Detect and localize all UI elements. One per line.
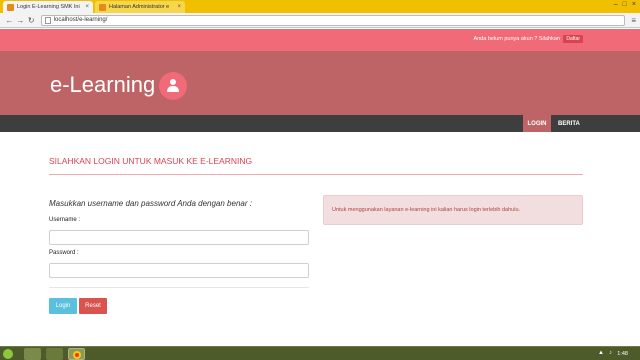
volume-icon[interactable]: ♪ [609, 350, 612, 356]
site-topbar: Anda belum punya akun ? Silahkan Daftar [0, 29, 640, 51]
window-controls: – □ × [614, 1, 636, 8]
username-field[interactable] [49, 230, 309, 245]
password-field[interactable] [49, 263, 309, 278]
reload-icon[interactable]: ↻ [26, 16, 37, 25]
url-text: localhost/e-learning/ [53, 17, 108, 23]
reset-button[interactable]: Reset [79, 298, 107, 314]
close-window-icon[interactable]: × [632, 1, 636, 8]
register-prompt: Anda belum punya akun ? Silahkan [473, 36, 560, 42]
tab-title: Login E-Learning SMK Ini [17, 4, 80, 10]
system-tray: ▲ ♪ [598, 350, 612, 356]
site-navbar: LOGIN BERITA [0, 115, 640, 132]
page-title: SILAHKAN LOGIN UNTUK MASUK KE E-LEARNING [49, 156, 253, 166]
network-icon[interactable]: ▲ [598, 350, 604, 356]
browser-toolbar: ← → ↻ localhost/e-learning/ ≡ [0, 13, 640, 28]
password-label: Password : [49, 250, 79, 256]
page-icon [44, 16, 51, 24]
os-taskbar: ▲ ♪ 1:48 [0, 346, 640, 360]
favicon-icon [7, 3, 14, 11]
taskbar-clock[interactable]: 1:48 [617, 351, 628, 357]
browser-tab-admin[interactable]: Halaman Administrator e × [95, 1, 185, 13]
tab-title: Halaman Administrator e [109, 4, 170, 10]
title-divider [49, 174, 583, 175]
close-tab-icon[interactable]: × [85, 4, 89, 10]
site-brand[interactable]: e-Learning [50, 72, 155, 98]
forward-icon[interactable]: → [15, 16, 26, 25]
media-taskbar-icon[interactable] [46, 348, 63, 360]
address-bar[interactable]: localhost/e-learning/ [40, 14, 626, 26]
form-divider [49, 287, 309, 288]
username-label: Username : [49, 217, 81, 223]
favicon-icon [99, 3, 106, 11]
user-icon [159, 72, 187, 100]
browser-tabstrip: Login E-Learning SMK Ini × Halaman Admin… [0, 0, 640, 13]
close-tab-icon[interactable]: × [177, 4, 181, 10]
avatar-head [170, 79, 176, 85]
nav-item-login[interactable]: LOGIN [523, 115, 551, 132]
nav-item-berita[interactable]: BERITA [553, 115, 585, 132]
login-alert: Untuk menggunakan layanan e-learning ini… [323, 195, 583, 225]
login-button[interactable]: Login [49, 298, 77, 314]
start-button[interactable] [3, 349, 13, 359]
login-instruction: Masukkan username dan password Anda deng… [49, 199, 252, 208]
explorer-taskbar-icon[interactable] [24, 348, 41, 360]
site-banner: e-Learning [0, 51, 640, 115]
menu-icon[interactable]: ≡ [631, 16, 636, 25]
minimize-icon[interactable]: – [614, 1, 618, 8]
chrome-taskbar-icon[interactable] [68, 348, 85, 360]
browser-tab-login[interactable]: Login E-Learning SMK Ini × [3, 1, 93, 13]
maximize-icon[interactable]: □ [623, 1, 627, 8]
daftar-button[interactable]: Daftar [563, 35, 583, 43]
back-icon[interactable]: ← [4, 16, 15, 25]
avatar-body [167, 86, 179, 92]
